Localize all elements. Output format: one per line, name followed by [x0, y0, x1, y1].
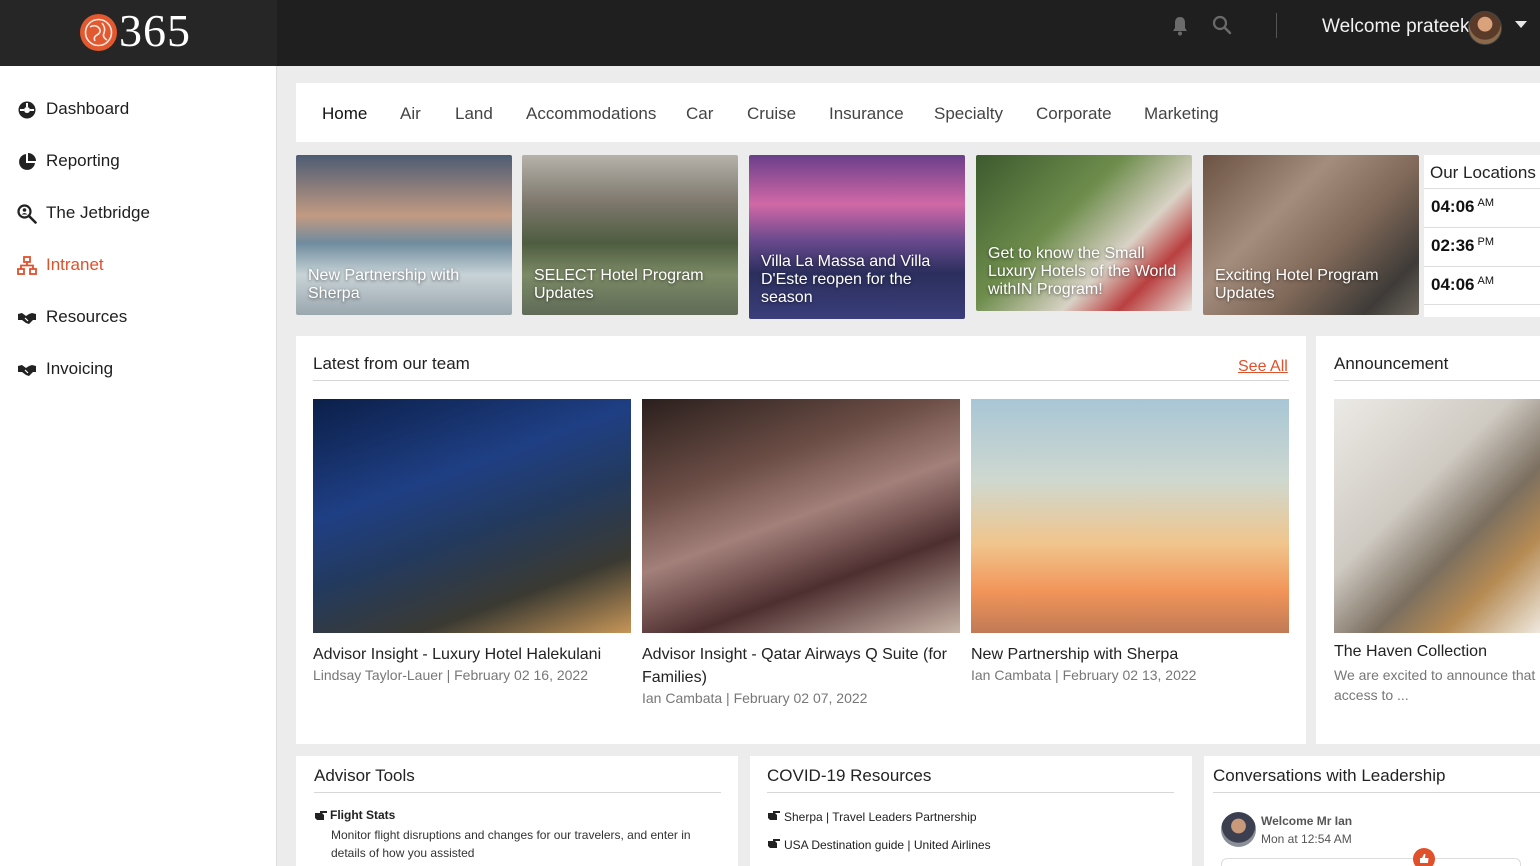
welcome-text[interactable]: Welcome prateek	[1322, 16, 1470, 38]
feature-caption: Get to know the Small Luxury Hotels of t…	[988, 245, 1177, 298]
divider	[1213, 792, 1540, 793]
network-icon	[17, 256, 37, 275]
tab-corporate[interactable]: Corporate	[1036, 104, 1112, 124]
card-image[interactable]	[642, 399, 960, 633]
tab-specialty[interactable]: Specialty	[934, 104, 1003, 124]
card-meta: Ian Cambata | February 02 07, 2022	[642, 690, 868, 706]
logo[interactable]: 365	[0, 0, 277, 66]
pointing-hand-icon	[315, 811, 327, 820]
announcement-item-text: We are excited to announce that access t…	[1334, 667, 1536, 703]
thumbs-up-icon[interactable]	[1413, 848, 1435, 866]
feature-caption: Villa La Massa and Villa D'Este reopen f…	[761, 253, 931, 306]
location-time: 04:06 AM	[1431, 197, 1494, 216]
location-time: 02:36 PM	[1431, 236, 1494, 255]
latest-panel: Latest from our team See All Advisor Ins…	[296, 336, 1306, 744]
card-title[interactable]: Advisor Insight - Qatar Airways Q Suite …	[642, 643, 960, 689]
card-image[interactable]	[313, 399, 631, 633]
sidebar-item-label: Reporting	[46, 151, 120, 170]
avatar[interactable]	[1221, 812, 1256, 847]
feature-tile[interactable]: Exciting Hotel Program Updates	[1203, 155, 1419, 315]
advisor-tools-title: Advisor Tools	[314, 766, 415, 785]
card-meta: Lindsay Taylor-Lauer | February 02 16, 2…	[313, 667, 588, 683]
tab-air[interactable]: Air	[400, 104, 421, 124]
globe-icon	[80, 14, 117, 51]
logo-text: 365	[119, 5, 191, 56]
card-title[interactable]: New Partnership with Sherpa	[971, 643, 1289, 666]
announcement-image[interactable]	[1334, 399, 1540, 633]
latest-title: Latest from our team	[313, 354, 470, 373]
see-all-link[interactable]: See All	[1238, 358, 1288, 376]
feature-tile[interactable]: Get to know the Small Luxury Hotels of t…	[976, 155, 1192, 311]
resource-link[interactable]: Sherpa | Travel Leaders Partnership	[784, 810, 977, 824]
resource-link[interactable]: USA Destination guide | United Airlines	[784, 838, 991, 852]
dashboard-icon	[18, 101, 36, 119]
leadership-panel: Conversations with Leadership Welcome Mr…	[1204, 756, 1540, 866]
announcement-panel: Announcement The Haven Collection We are…	[1316, 336, 1540, 744]
feature-caption: New Partnership with Sherpa	[308, 267, 460, 302]
covid-resources-panel: COVID-19 Resources Sherpa | Travel Leade…	[750, 756, 1192, 866]
handshake-icon	[18, 313, 36, 324]
bell-icon[interactable]	[1171, 16, 1189, 36]
divider	[313, 380, 1289, 381]
tab-home[interactable]: Home	[322, 104, 367, 124]
leadership-title: Conversations with Leadership	[1213, 766, 1446, 785]
sidebar: Dashboard Reporting The Jetbridge Intran…	[0, 66, 277, 866]
sidebar-item-label: Dashboard	[46, 99, 130, 118]
feature-tile[interactable]: SELECT Hotel Program Updates	[522, 155, 738, 315]
tool-title[interactable]: Flight Stats	[330, 808, 395, 822]
chevron-down-icon[interactable]	[1515, 21, 1527, 29]
top-bar: 365 Welcome prateek	[0, 0, 1540, 66]
comment-box[interactable]	[1221, 858, 1521, 866]
announcement-title: Announcement	[1334, 354, 1449, 373]
tab-car[interactable]: Car	[686, 104, 713, 124]
search-people-icon	[17, 204, 37, 224]
feature-tile[interactable]: New Partnership with Sherpa	[296, 155, 512, 315]
topbar-divider	[1276, 13, 1277, 38]
covid-title: COVID-19 Resources	[767, 766, 932, 785]
tab-marketing[interactable]: Marketing	[1144, 104, 1219, 124]
sidebar-item-dashboard[interactable]: Dashboard	[0, 90, 277, 130]
tab-insurance[interactable]: Insurance	[829, 104, 904, 124]
tab-cruise[interactable]: Cruise	[747, 104, 796, 124]
feature-caption: Exciting Hotel Program Updates	[1215, 267, 1379, 302]
sidebar-item-label: Resources	[46, 307, 128, 326]
advisor-tools-panel: Advisor Tools Flight Stats Monitor fligh…	[296, 756, 738, 866]
location-time: 04:06 AM	[1431, 275, 1494, 294]
pie-chart-icon	[19, 153, 36, 170]
pointing-hand-icon	[768, 839, 780, 848]
search-icon[interactable]	[1212, 15, 1232, 35]
divider	[767, 792, 1174, 793]
card-meta: Ian Cambata | February 02 13, 2022	[971, 667, 1197, 683]
tool-description: Monitor flight disruptions and changes f…	[331, 828, 691, 860]
announcement-item-title[interactable]: The Haven Collection	[1334, 643, 1487, 661]
divider	[314, 792, 721, 793]
location-row: 02:36 PM	[1424, 227, 1540, 266]
locations-title: Our Locations	[1430, 163, 1536, 182]
sidebar-item-reporting[interactable]: Reporting	[0, 142, 277, 182]
post-time: Mon at 12:54 AM	[1261, 832, 1352, 846]
card-image[interactable]	[971, 399, 1289, 633]
category-tabs: Home Air Land Accommodations Car Cruise …	[296, 83, 1540, 142]
sidebar-item-invoicing[interactable]: Invoicing	[0, 350, 277, 390]
divider	[1334, 380, 1540, 381]
sidebar-item-label: Invoicing	[46, 359, 114, 378]
feature-tile[interactable]: Villa La Massa and Villa D'Este reopen f…	[749, 155, 965, 319]
sidebar-item-label: The Jetbridge	[46, 203, 150, 222]
tab-accommodations[interactable]: Accommodations	[526, 104, 656, 124]
sidebar-item-resources[interactable]: Resources	[0, 298, 277, 338]
our-locations: Our Locations 04:06 AM 02:36 PM 04:06 AM	[1424, 155, 1540, 317]
sidebar-item-jetbridge[interactable]: The Jetbridge	[0, 194, 277, 234]
pointing-hand-icon	[768, 811, 780, 820]
tab-land[interactable]: Land	[455, 104, 493, 124]
location-row: 04:06 AM	[1424, 188, 1540, 227]
location-row: 04:06 AM	[1424, 266, 1540, 305]
handshake-icon	[18, 365, 36, 376]
post-author[interactable]: Welcome Mr Ian	[1261, 814, 1352, 828]
feature-caption: SELECT Hotel Program Updates	[534, 267, 704, 302]
sidebar-item-intranet[interactable]: Intranet	[0, 246, 277, 286]
sidebar-item-label: Intranet	[46, 255, 104, 274]
avatar[interactable]	[1468, 11, 1502, 45]
card-title[interactable]: Advisor Insight - Luxury Hotel Halekulan…	[313, 643, 631, 666]
